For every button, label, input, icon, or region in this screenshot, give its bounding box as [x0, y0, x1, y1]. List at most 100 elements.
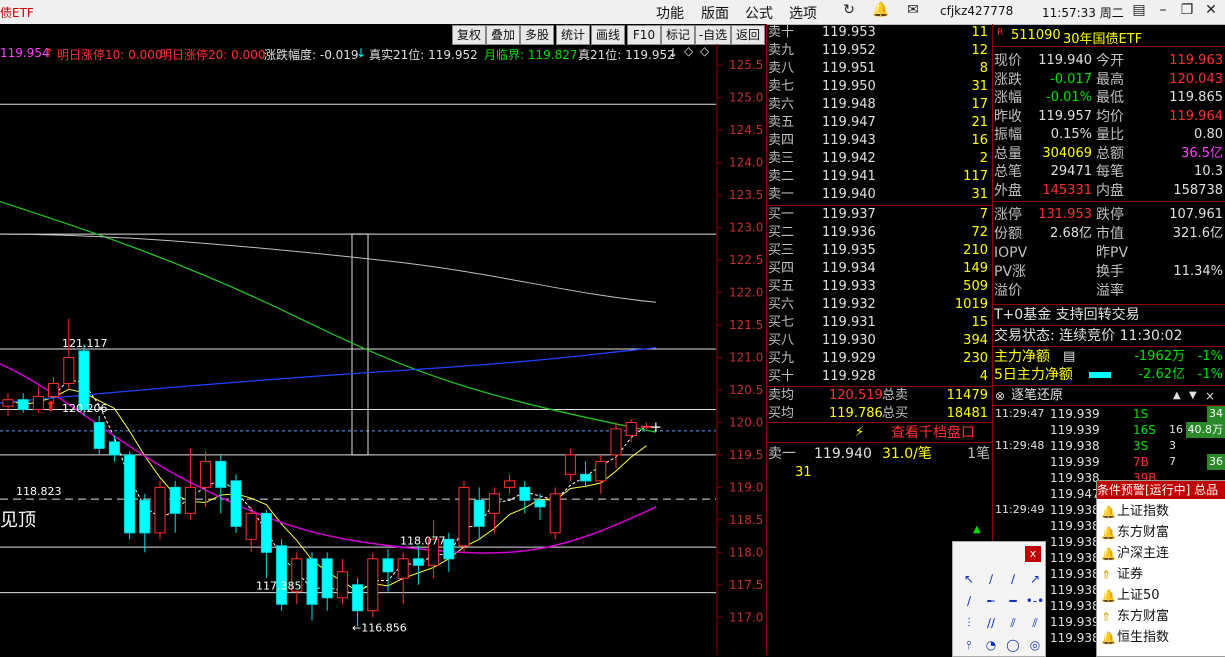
candle[interactable] [535, 494, 545, 520]
ask-price[interactable]: 119.952 [822, 42, 876, 60]
ind-diamond-icon-2[interactable]: ◇ [700, 44, 709, 58]
candle[interactable] [550, 487, 560, 539]
candle[interactable] [277, 539, 287, 610]
line-icon[interactable]: ∕ [981, 570, 1001, 588]
circle-icon[interactable]: ◯ [1003, 636, 1023, 654]
ray-icon[interactable]: ∕ [1003, 570, 1023, 588]
candle[interactable] [261, 510, 271, 578]
text-mark-icon[interactable]: ⫯ [959, 636, 979, 654]
bid-price[interactable]: 119.928 [822, 368, 876, 386]
bid-price[interactable]: 119.931 [822, 314, 876, 332]
ask-price[interactable]: 119.950 [822, 78, 876, 96]
candle[interactable] [353, 578, 363, 626]
tick-down-icon[interactable]: ▼ [1189, 387, 1197, 405]
view-depth-button[interactable]: 查看千档盘口 [891, 424, 975, 442]
menu-layout[interactable]: 版面 [701, 3, 729, 23]
candle[interactable] [611, 422, 621, 467]
candle[interactable] [398, 552, 408, 604]
menu-function[interactable]: 功能 [656, 3, 684, 23]
btn-overlay[interactable]: 叠加 [486, 25, 520, 45]
ask-price[interactable]: 119.951 [822, 60, 876, 78]
candle[interactable] [596, 455, 606, 494]
alert-item[interactable]: 上证50 [1117, 587, 1160, 605]
extended-line-icon[interactable]: ━ [1003, 592, 1023, 610]
bid-price[interactable]: 119.933 [822, 278, 876, 296]
parallel-line-icon[interactable]: ∕∕ [981, 614, 1001, 632]
menu-options[interactable]: 选项 [789, 3, 817, 23]
candle[interactable] [429, 520, 439, 578]
restore-icon[interactable]: ❐ [1176, 2, 1198, 22]
horizontal-line-icon[interactable]: ╾ [981, 592, 1001, 610]
bid-price[interactable]: 119.929 [822, 350, 876, 368]
alert-item[interactable]: 东方财富 [1117, 608, 1169, 626]
segment-icon[interactable]: ∕ [959, 592, 979, 610]
btn-multi-stock[interactable]: 多股 [520, 25, 554, 45]
ask-price[interactable]: 119.942 [822, 150, 876, 168]
menu-formula[interactable]: 公式 [745, 3, 773, 23]
ask-price[interactable]: 119.947 [822, 114, 876, 132]
candle[interactable] [94, 416, 104, 455]
alert-item[interactable]: 东方财富 [1117, 524, 1169, 542]
candle[interactable] [170, 481, 180, 533]
candle[interactable] [109, 435, 119, 461]
bid-price[interactable]: 119.934 [822, 260, 876, 278]
refresh-icon[interactable]: ↻ [838, 2, 860, 22]
alert-header[interactable]: 条件预警[运行中] 总品种 [1097, 481, 1225, 499]
ellipse-icon[interactable]: ◔ [981, 636, 1001, 654]
bid-price[interactable]: 119.936 [822, 224, 876, 242]
candle[interactable] [474, 487, 484, 539]
btn-rights[interactable]: 复权 [452, 25, 486, 45]
bid-price[interactable]: 119.930 [822, 332, 876, 350]
candle[interactable] [125, 452, 135, 540]
candle[interactable] [231, 474, 241, 532]
btn-draw-line[interactable]: 画线 [591, 25, 625, 45]
candle[interactable] [337, 559, 347, 604]
ind-diamond-icon[interactable]: ◇ [684, 44, 693, 58]
collapse-icon[interactable]: ⊗ [995, 387, 1005, 405]
dot-line-icon[interactable]: •-• [1025, 592, 1045, 610]
candle[interactable] [33, 387, 43, 413]
candle[interactable] [246, 507, 256, 552]
ask-price[interactable]: 119.940 [822, 186, 876, 204]
candle[interactable] [3, 393, 13, 416]
candle[interactable] [64, 319, 74, 390]
ask-price[interactable]: 119.948 [822, 96, 876, 114]
palette-close-icon[interactable]: x [1025, 546, 1041, 562]
vertical-line-icon[interactable]: ⫶ [959, 614, 979, 632]
ask-price[interactable]: 119.953 [822, 24, 876, 42]
candle[interactable] [216, 455, 226, 513]
candle[interactable] [520, 481, 530, 513]
candle[interactable] [155, 481, 165, 539]
mail-icon[interactable]: ✉ [902, 2, 924, 22]
bid-price[interactable]: 119.937 [822, 206, 876, 224]
btn-stats[interactable]: 统计 [556, 25, 590, 45]
candle[interactable] [307, 552, 317, 620]
ask-price[interactable]: 119.943 [822, 132, 876, 150]
btn-f10[interactable]: F10 [627, 25, 661, 45]
btn-back[interactable]: 返回 [731, 25, 765, 45]
ask-price[interactable]: 119.941 [822, 168, 876, 186]
cursor-icon[interactable]: ↖ [959, 570, 979, 588]
arrow-line-icon[interactable]: ↗ [1025, 570, 1045, 588]
bid-price[interactable]: 119.932 [822, 296, 876, 314]
tick-up-icon[interactable]: ▲ [1173, 387, 1181, 405]
spiral-icon[interactable]: ◎ [1025, 636, 1045, 654]
btn-mark[interactable]: 标记 [661, 25, 695, 45]
candle[interactable] [322, 552, 332, 610]
candle[interactable] [505, 474, 515, 493]
candle[interactable] [413, 546, 423, 585]
candle[interactable] [368, 552, 378, 617]
price-channel-icon[interactable]: ⫽ [1003, 614, 1023, 632]
candle[interactable] [459, 481, 469, 552]
candle[interactable] [489, 487, 499, 532]
candle[interactable] [581, 461, 591, 487]
close-icon[interactable]: ✕ [1200, 2, 1222, 22]
skin-icon[interactable]: ▤ [1128, 2, 1150, 22]
tick-close-icon[interactable]: × [1205, 387, 1215, 405]
fib-line-icon[interactable]: ⫽ [1025, 614, 1045, 632]
bid-price[interactable]: 119.935 [822, 242, 876, 260]
alert-item[interactable]: 恒生指数 [1117, 629, 1169, 647]
alert-item[interactable]: 证券 [1117, 566, 1143, 584]
candle[interactable] [18, 393, 28, 412]
crosshair-icon[interactable]: + [650, 419, 662, 435]
